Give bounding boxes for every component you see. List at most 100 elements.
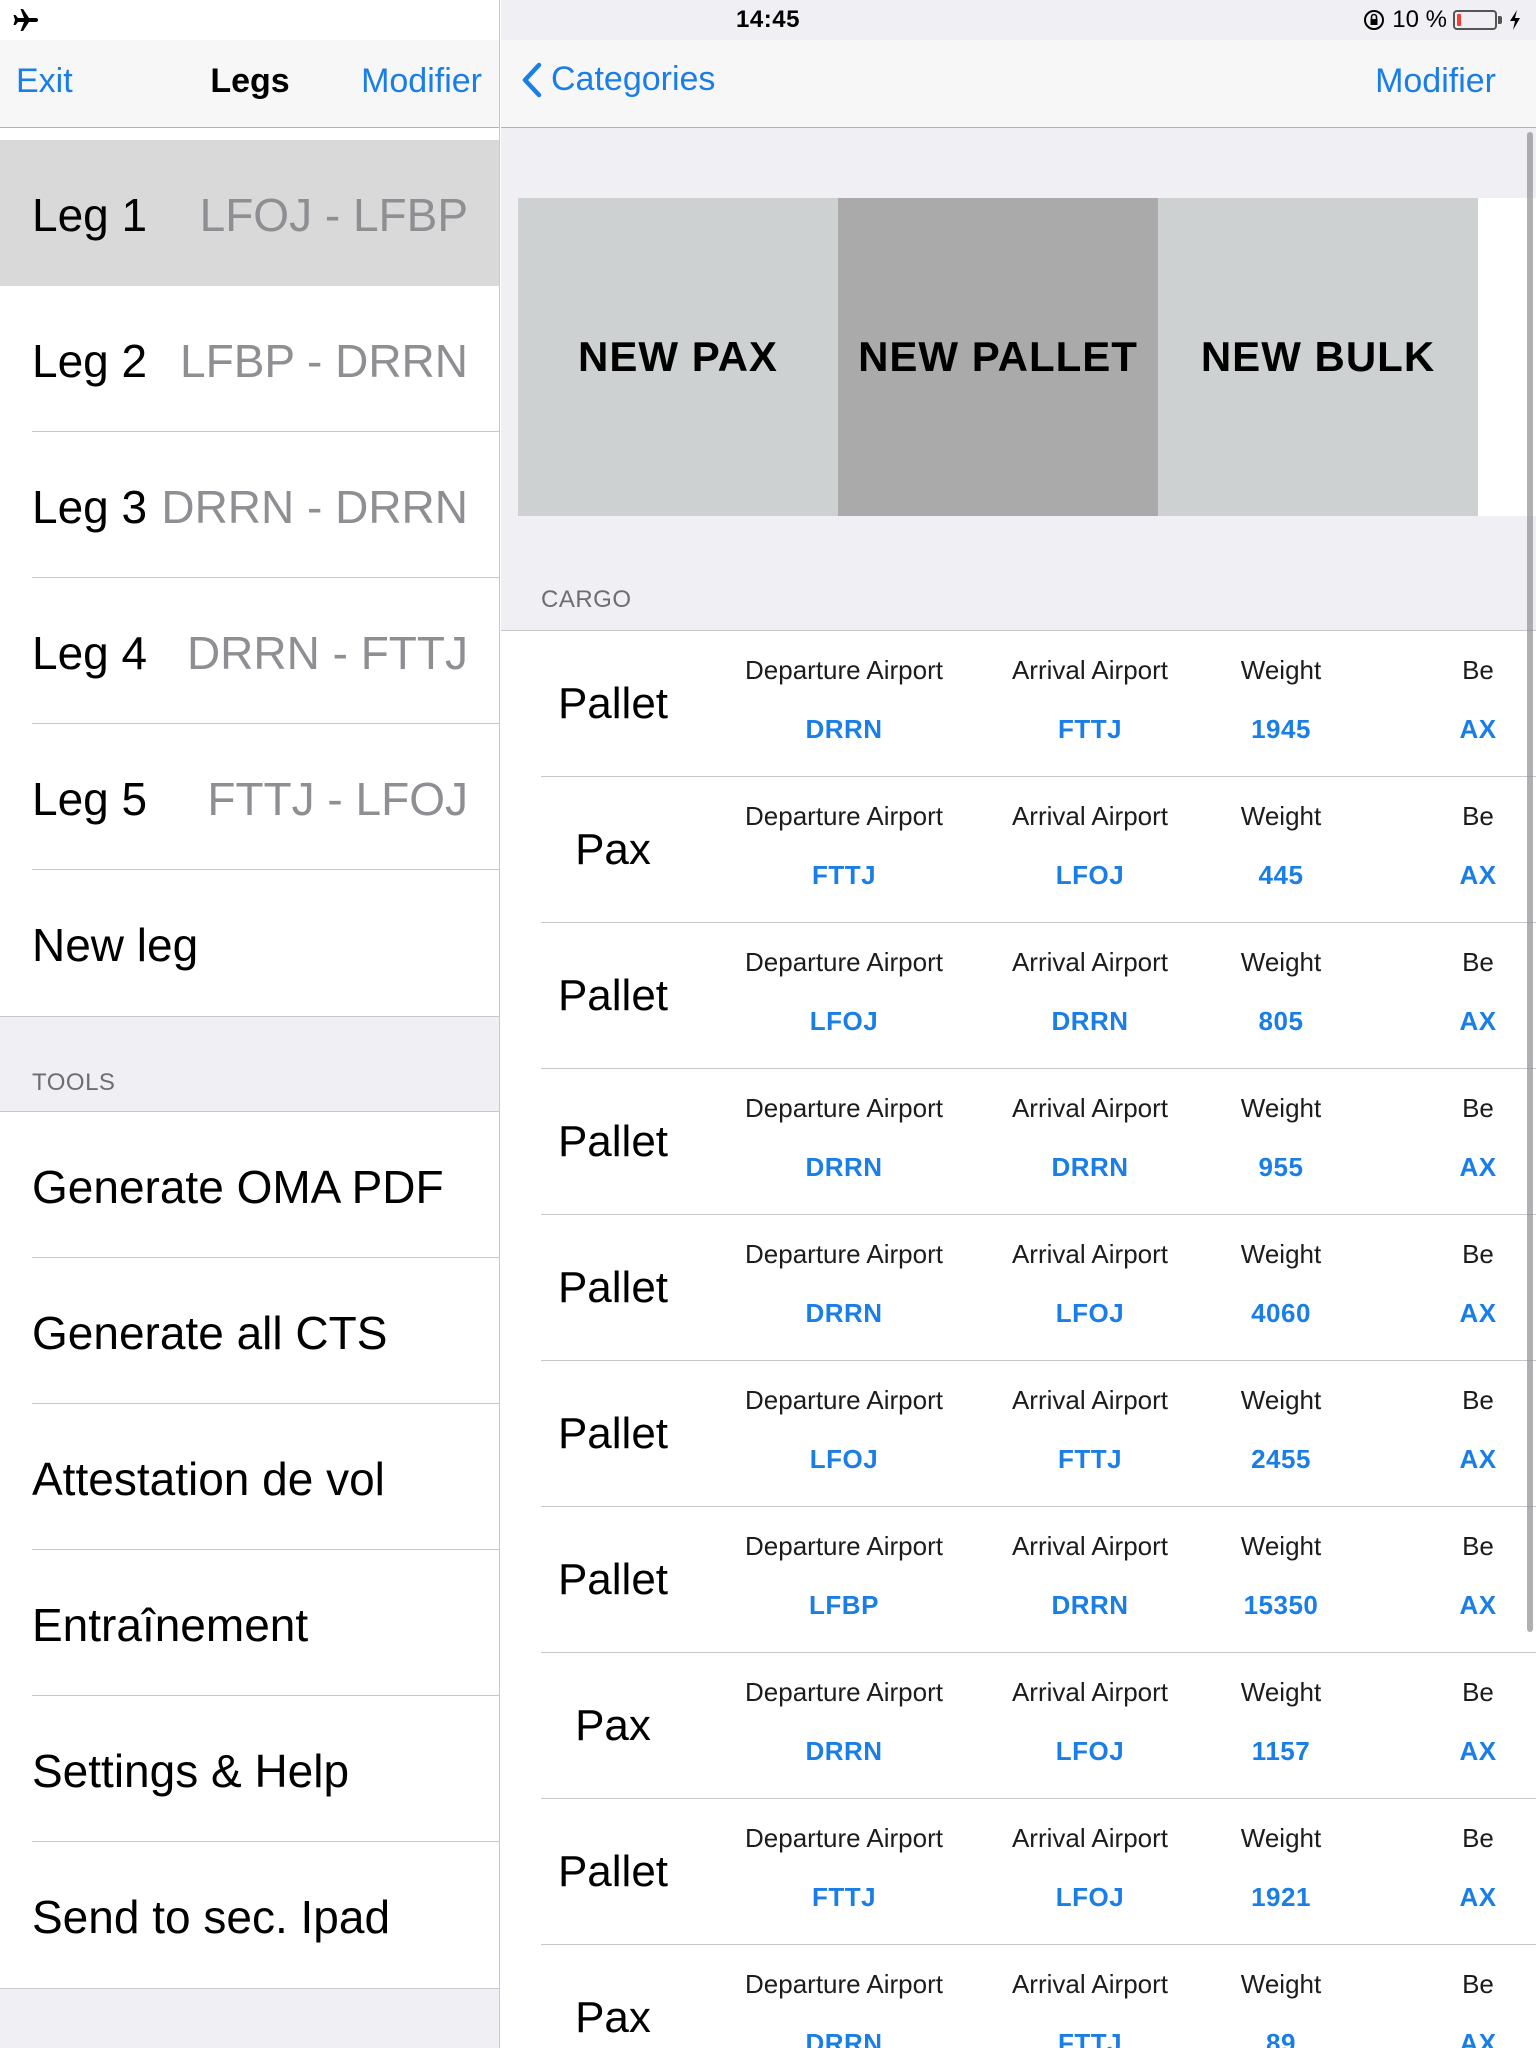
departure-column: Departure Airport LFBP <box>717 1531 971 1621</box>
arrival-value[interactable]: LFOJ <box>967 1736 1213 1767</box>
weight-value[interactable]: 1945 <box>1201 714 1361 745</box>
leg-row-1[interactable]: Leg 1 LFOJ - LFBP <box>0 140 499 286</box>
departure-value[interactable]: DRRN <box>717 2028 971 2048</box>
weight-value[interactable]: 4060 <box>1201 1298 1361 1329</box>
weight-column: Weight 805 <box>1201 947 1361 1037</box>
weight-value[interactable]: 15350 <box>1201 1590 1361 1621</box>
arrival-value[interactable]: LFOJ <box>967 1882 1213 1913</box>
arrival-value[interactable]: FTTJ <box>967 714 1213 745</box>
weight-column: Weight 445 <box>1201 801 1361 891</box>
departure-value[interactable]: FTTJ <box>717 1882 971 1913</box>
tool-attestation-de-vol[interactable]: Attestation de vol <box>0 1404 499 1550</box>
weight-column: Weight 2455 <box>1201 1385 1361 1475</box>
status-bar: 14:45 10 % <box>0 0 1536 40</box>
arrival-column: Arrival Airport DRRN <box>967 1093 1213 1183</box>
departure-label: Departure Airport <box>745 801 943 831</box>
arrival-value[interactable]: DRRN <box>967 1590 1213 1621</box>
weight-value[interactable]: 955 <box>1201 1152 1361 1183</box>
weight-value[interactable]: 1157 <box>1201 1736 1361 1767</box>
tool-settings-help[interactable]: Settings & Help <box>0 1696 499 1842</box>
weight-value[interactable]: 2455 <box>1201 1444 1361 1475</box>
battery-icon <box>1453 10 1497 30</box>
legs-modify-button[interactable]: Modifier <box>361 62 482 101</box>
tool-generate-oma-pdf[interactable]: Generate OMA PDF <box>0 1112 499 1258</box>
arrival-value[interactable]: LFOJ <box>967 860 1213 891</box>
tool-label: Settings & Help <box>32 1745 350 1797</box>
arrival-label: Arrival Airport <box>1011 1385 1169 1415</box>
departure-label: Departure Airport <box>745 947 943 977</box>
be-value[interactable]: AX <box>1421 1006 1535 1037</box>
cargo-row[interactable]: Pallet Departure Airport DRRN Arrival Airpo… <box>501 1069 1536 1215</box>
arrival-value[interactable]: LFOJ <box>967 1298 1213 1329</box>
arrival-label: Arrival Airport <box>1011 1531 1169 1561</box>
arrival-value[interactable]: DRRN <box>967 1006 1213 1037</box>
weight-value[interactable]: 89 <box>1201 2028 1361 2048</box>
weight-column: Weight 1945 <box>1201 655 1361 745</box>
departure-label: Departure Airport <box>745 1385 943 1415</box>
cargo-row[interactable]: Pax Departure Airport DRRN Arrival Airport L… <box>501 1653 1536 1799</box>
cargo-type: Pallet <box>557 679 669 728</box>
be-value[interactable]: AX <box>1421 1444 1535 1475</box>
cargo-row[interactable]: Pallet Departure Airport DRRN Arrival Airpo… <box>501 1215 1536 1361</box>
arrival-value[interactable]: DRRN <box>967 1152 1213 1183</box>
be-column: Be AX <box>1421 1239 1535 1329</box>
be-column: Be AX <box>1421 1823 1535 1913</box>
leg-row-4[interactable]: Leg 4 DRRN - FTTJ <box>0 578 499 724</box>
cargo-row[interactable]: Pax Departure Airport FTTJ Arrival Airport L… <box>501 777 1536 923</box>
be-value[interactable]: AX <box>1421 860 1535 891</box>
cargo-row[interactable]: Pallet Departure Airport LFOJ Arrival Airpo… <box>501 923 1536 1069</box>
be-value[interactable]: AX <box>1421 1736 1535 1767</box>
departure-value[interactable]: DRRN <box>717 1152 971 1183</box>
be-value[interactable]: AX <box>1421 1590 1535 1621</box>
departure-label: Departure Airport <box>745 1969 943 1999</box>
weight-label: Weight <box>1240 655 1322 685</box>
cargo-row[interactable]: Pallet Departure Airport LFBP Arrival Airpo… <box>501 1507 1536 1653</box>
tools-list: Generate OMA PDF Generate all CTS Attest… <box>0 1112 499 1988</box>
departure-value[interactable]: DRRN <box>717 1736 971 1767</box>
scrollbar[interactable] <box>1527 132 1533 1632</box>
weight-value[interactable]: 805 <box>1201 1006 1361 1037</box>
master-footer <box>0 1988 499 2048</box>
leg-name: Leg 5 <box>32 773 148 825</box>
be-value[interactable]: AX <box>1421 1882 1535 1913</box>
tool-generate-all-cts[interactable]: Generate all CTS <box>0 1258 499 1404</box>
arrival-label: Arrival Airport <box>1011 655 1169 685</box>
new-pax-button[interactable]: NEW PAX <box>518 198 838 516</box>
arrival-value[interactable]: FTTJ <box>967 1444 1213 1475</box>
new-bulk-button[interactable]: NEW BULK <box>1158 198 1478 516</box>
arrival-value[interactable]: FTTJ <box>967 2028 1213 2048</box>
departure-value[interactable]: LFOJ <box>717 1006 971 1037</box>
departure-value[interactable]: DRRN <box>717 1298 971 1329</box>
leg-row-3[interactable]: Leg 3 DRRN - DRRN <box>0 432 499 578</box>
be-value[interactable]: AX <box>1421 2028 1535 2048</box>
departure-value[interactable]: DRRN <box>717 714 971 745</box>
cargo-modify-button[interactable]: Modifier <box>1375 62 1496 101</box>
tool-label: Entraînement <box>32 1599 309 1651</box>
tool-send-to-sec-ipad[interactable]: Send to sec. Ipad <box>0 1842 499 1988</box>
new-leg-row[interactable]: New leg <box>0 870 499 1016</box>
departure-value[interactable]: LFOJ <box>717 1444 971 1475</box>
arrival-label: Arrival Airport <box>1011 1823 1169 1853</box>
weight-column: Weight 4060 <box>1201 1239 1361 1329</box>
cargo-row[interactable]: Pax Departure Airport DRRN Arrival Airport F… <box>501 1945 1536 2048</box>
leg-row-5[interactable]: Leg 5 FTTJ - LFOJ <box>0 724 499 870</box>
departure-column: Departure Airport DRRN <box>717 1093 971 1183</box>
categories-back-button[interactable]: Categories <box>521 60 715 99</box>
cargo-row[interactable]: Pallet Departure Airport FTTJ Arrival Airpo… <box>501 1799 1536 1945</box>
be-value[interactable]: AX <box>1421 1152 1535 1183</box>
be-label: Be <box>1462 1239 1494 1269</box>
weight-value[interactable]: 445 <box>1201 860 1361 891</box>
be-value[interactable]: AX <box>1421 1298 1535 1329</box>
cargo-row[interactable]: Pallet Departure Airport LFOJ Arrival Airpo… <box>501 1361 1536 1507</box>
tool-entrainement[interactable]: Entraînement <box>0 1550 499 1696</box>
be-value[interactable]: AX <box>1421 714 1535 745</box>
new-pallet-button[interactable]: NEW PALLET <box>838 198 1158 516</box>
chevron-left-icon <box>522 62 542 97</box>
leg-row-2[interactable]: Leg 2 LFBP - DRRN <box>0 286 499 432</box>
departure-value[interactable]: LFBP <box>717 1590 971 1621</box>
departure-value[interactable]: FTTJ <box>717 860 971 891</box>
cargo-row[interactable]: Pallet Departure Airport DRRN Arrival Airpo… <box>501 631 1536 777</box>
departure-label: Departure Airport <box>745 1239 943 1269</box>
bolt-icon <box>1510 10 1520 30</box>
weight-value[interactable]: 1921 <box>1201 1882 1361 1913</box>
